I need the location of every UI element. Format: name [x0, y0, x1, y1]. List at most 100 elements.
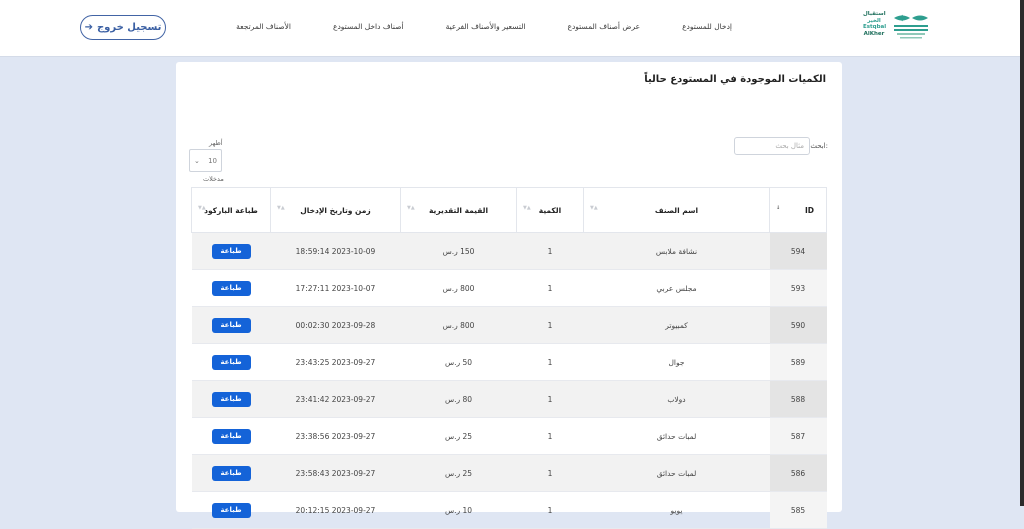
cell-print: طباعة	[191, 417, 271, 455]
column-header-print-barcode[interactable]: طباعة الباركود ▲▼	[191, 187, 271, 233]
table-row: 594 نشافة ملابس 1 150 ر.س 2023-10-09 18:…	[191, 232, 827, 270]
cell-quantity: 1	[516, 306, 584, 344]
sort-icon: ▲▼	[198, 205, 206, 211]
logo-text-3: Estqbal	[863, 24, 887, 30]
sort-icon: ▲▼	[277, 205, 285, 211]
inventory-table: ID ↓ اسم الصنف ▲▼ الكمية ▲▼ القيمة التقديري…	[191, 187, 827, 529]
cell-id: 586	[769, 454, 827, 492]
cell-estimated-value: 25 ر.س	[400, 417, 517, 455]
print-barcode-button[interactable]: طباعة	[211, 391, 251, 407]
nav-item-pricing-subitems[interactable]: التسعير والأصناف الفرعية	[446, 22, 526, 31]
search-input[interactable]: مثال بحث	[734, 137, 810, 155]
header-quantity-label: الكمية	[538, 205, 562, 215]
table-row: 585 يويو 1 10 ر.س 2023-09-27 20:12:15 طب…	[191, 491, 827, 529]
cell-entry-datetime: 2023-09-27 23:38:56	[270, 417, 401, 455]
cell-item-name: يويو	[583, 491, 770, 529]
inventory-card: الكميات الموجودة في المستودع حالياً ابحث…	[176, 62, 842, 529]
cell-quantity: 1	[516, 269, 584, 307]
column-header-quantity[interactable]: الكمية ▲▼	[516, 187, 584, 233]
cell-id: 593	[769, 269, 827, 307]
cell-item-name: لمبات حدائق	[583, 417, 770, 455]
cell-estimated-value: 800 ر.س	[400, 269, 517, 307]
cell-entry-datetime: 2023-10-09 18:59:14	[270, 232, 401, 270]
nav-item-warehouse-entry[interactable]: إدخال للمستودع	[682, 22, 732, 31]
page-scrollbar[interactable]	[1020, 0, 1024, 506]
cell-print: طباعة	[191, 232, 271, 270]
nav-item-view-warehouse-items[interactable]: عرض أصناف المستودع	[567, 22, 640, 31]
top-navbar: استقبال الخير Estqbal AlKher إدخال للمست…	[0, 0, 1020, 57]
nav-item-returned-items[interactable]: الأصناف المرتجعة	[236, 22, 291, 31]
sort-icon: ↓	[776, 205, 781, 211]
cell-print: طباعة	[191, 343, 271, 381]
cell-print: طباعة	[191, 306, 271, 344]
print-barcode-button[interactable]: طباعة	[211, 465, 251, 481]
cell-item-name: لمبات حدائق	[583, 454, 770, 492]
cell-estimated-value: 50 ر.س	[400, 343, 517, 381]
column-header-item-name[interactable]: اسم الصنف ▲▼	[583, 187, 770, 233]
cell-print: طباعة	[191, 380, 271, 418]
cell-estimated-value: 150 ر.س	[400, 232, 517, 270]
column-header-estimated-value[interactable]: القيمة التقديرية ▲▼	[400, 187, 517, 233]
chevron-down-icon: ⌄	[194, 156, 200, 165]
cell-id: 588	[769, 380, 827, 418]
table-row: 587 لمبات حدائق 1 25 ر.س 2023-09-27 23:3…	[191, 417, 827, 455]
cell-quantity: 1	[516, 232, 584, 270]
page-title: الكميات الموجودة في المستودع حالياً	[644, 74, 826, 85]
header-estimated-value-label: القيمة التقديرية	[428, 205, 489, 215]
cell-quantity: 1	[516, 491, 584, 529]
print-barcode-button[interactable]: طباعة	[211, 502, 251, 518]
header-id-label: ID	[804, 205, 814, 215]
column-header-id[interactable]: ID ↓	[769, 187, 827, 233]
cell-quantity: 1	[516, 380, 584, 418]
cell-quantity: 1	[516, 343, 584, 381]
print-barcode-button[interactable]: طباعة	[211, 280, 251, 296]
estqbal-alkher-logo[interactable]: استقبال الخير Estqbal AlKher	[863, 11, 944, 44]
cell-id: 587	[769, 417, 827, 455]
cell-item-name: دولاب	[583, 380, 770, 418]
length-label-show: أظهر	[209, 139, 223, 147]
logo-text-4: AlKher	[863, 30, 885, 37]
cell-id: 585	[769, 491, 827, 529]
length-label-entries: مدخلات	[203, 175, 224, 183]
nav-item-items-in-warehouse[interactable]: أصناف داخل المستودع	[333, 22, 404, 31]
logout-button[interactable]: تسجيل خروج ➔	[80, 15, 166, 40]
cell-print: طباعة	[191, 491, 271, 529]
cell-estimated-value: 800 ر.س	[400, 306, 517, 344]
cell-estimated-value: 10 ر.س	[400, 491, 517, 529]
cell-item-name: جوال	[583, 343, 770, 381]
entries-length-select[interactable]: ⌄ 10	[189, 149, 222, 172]
table-row: 593 مجلس عربي 1 800 ر.س 2023-10-07 17:27…	[191, 269, 827, 307]
cell-print: طباعة	[191, 269, 271, 307]
sort-icon: ▲▼	[407, 205, 415, 211]
table-row: 589 جوال 1 50 ر.س 2023-09-27 23:43:25 طب…	[191, 343, 827, 381]
cell-entry-datetime: 2023-09-27 20:12:15	[270, 491, 401, 529]
cell-id: 594	[769, 232, 827, 270]
header-item-name-label: اسم الصنف	[654, 205, 699, 215]
cell-id: 590	[769, 306, 827, 344]
cell-entry-datetime: 2023-10-07 17:27:11	[270, 269, 401, 307]
logout-icon: ➔	[84, 22, 93, 33]
cell-item-name: كمبيوتر	[583, 306, 770, 344]
sort-icon: ▲▼	[523, 205, 531, 211]
sort-icon: ▲▼	[590, 205, 598, 211]
print-barcode-button[interactable]: طباعة	[211, 428, 251, 444]
cell-estimated-value: 25 ر.س	[400, 454, 517, 492]
table-row: 586 لمبات حدائق 1 25 ر.س 2023-09-27 23:5…	[191, 454, 827, 492]
column-header-entry-datetime[interactable]: زمن وتاريخ الإدخال ▲▼	[270, 187, 401, 233]
logout-label: تسجيل خروج	[96, 22, 162, 33]
print-barcode-button[interactable]: طباعة	[211, 243, 251, 259]
table-row: 590 كمبيوتر 1 800 ر.س 2023-09-28 00:02:3…	[191, 306, 827, 344]
cell-print: طباعة	[191, 454, 271, 492]
cell-entry-datetime: 2023-09-27 23:41:42	[270, 380, 401, 418]
search-label: ابحث:	[810, 142, 828, 150]
entries-length-value: 10	[208, 156, 217, 165]
cell-entry-datetime: 2023-09-28 00:02:30	[270, 306, 401, 344]
cell-entry-datetime: 2023-09-27 23:58:43	[270, 454, 401, 492]
cell-id: 589	[769, 343, 827, 381]
print-barcode-button[interactable]: طباعة	[211, 354, 251, 370]
cell-item-name: نشافة ملابس	[583, 232, 770, 270]
main-nav: إدخال للمستودع عرض أصناف المستودع التسعي…	[236, 22, 732, 31]
logo-text-1: استقبال	[863, 11, 886, 17]
cell-entry-datetime: 2023-09-27 23:43:25	[270, 343, 401, 381]
print-barcode-button[interactable]: طباعة	[211, 317, 251, 333]
